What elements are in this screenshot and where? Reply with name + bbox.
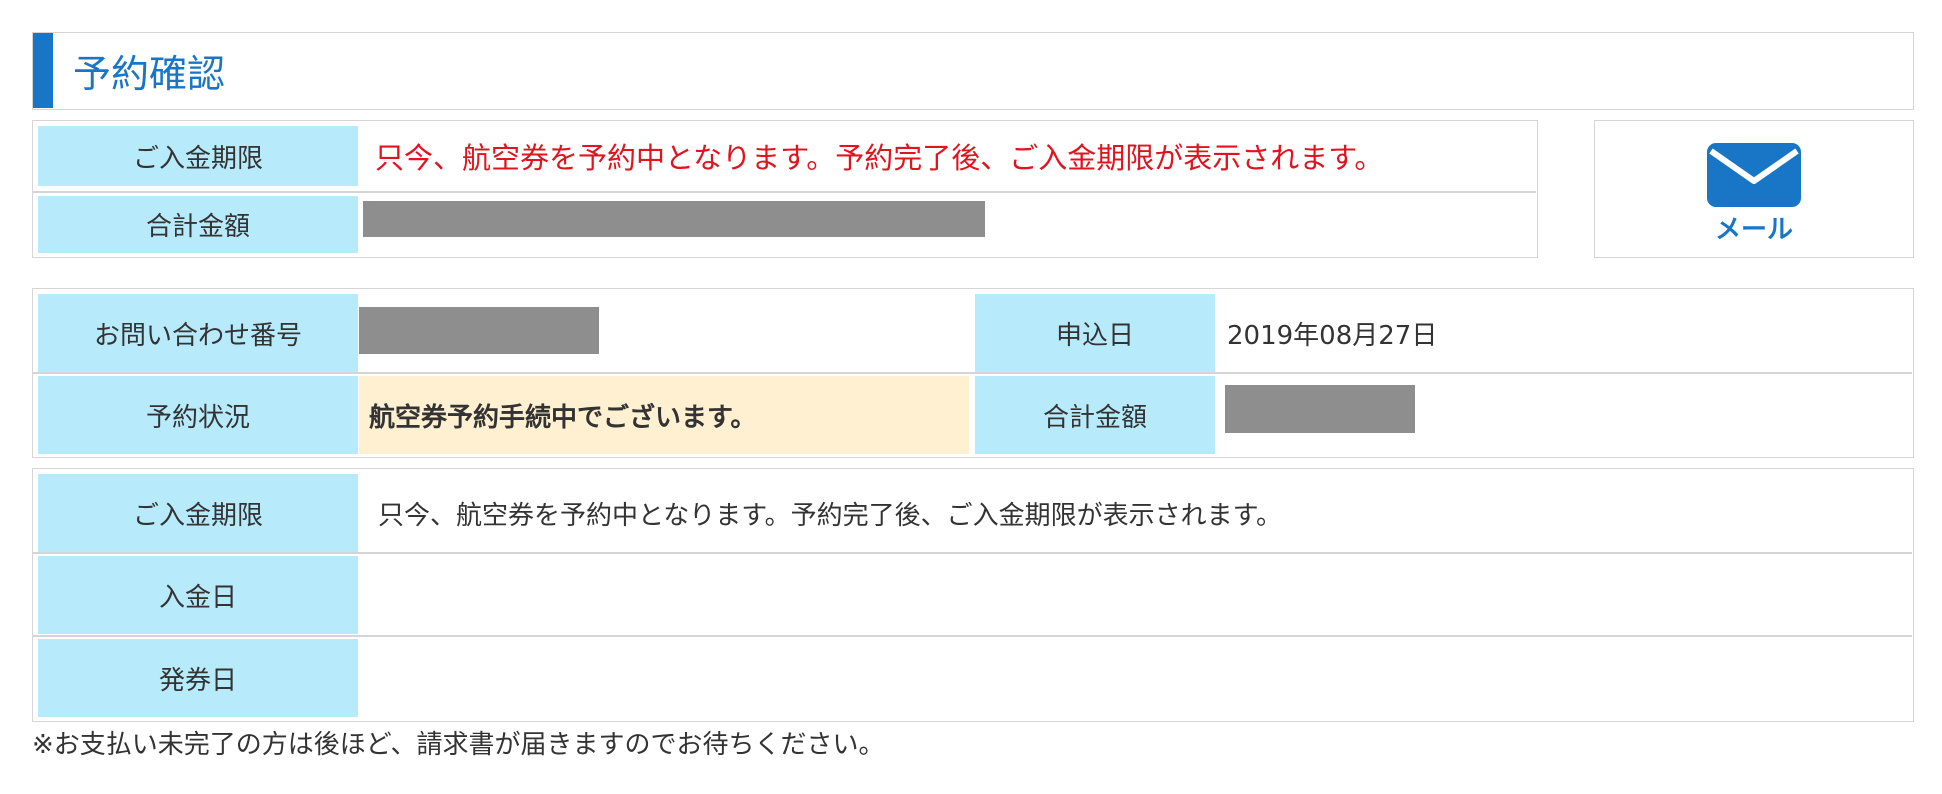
- row-divider: [33, 552, 1912, 554]
- payment-table: ご入金期限 只今、航空券を予約中となります。予約完了後、ご入金期限が表示されます…: [32, 468, 1914, 722]
- inquiry-number-label: お問い合わせ番号: [38, 294, 358, 372]
- mail-label: メール: [1714, 215, 1793, 245]
- payment-deadline-row-label: ご入金期限: [38, 474, 358, 552]
- payment-deadline-alert: 只今、航空券を予約中となります。予約完了後、ご入金期限が表示されます。: [375, 141, 1384, 175]
- summary-total-label: 合計金額: [38, 196, 358, 253]
- row-divider: [33, 372, 1912, 374]
- apply-date-label: 申込日: [975, 294, 1215, 372]
- booking-status-label: 予約状況: [38, 376, 358, 454]
- issue-date-label: 発券日: [38, 639, 358, 717]
- summary-total-redacted: [363, 201, 985, 237]
- payment-footnote: ※お支払い未完了の方は後ほど、請求書が届きますのでお待ちください。: [32, 729, 885, 760]
- summary-table: ご入金期限 只今、航空券を予約中となります。予約完了後、ご入金期限が表示されます…: [32, 120, 1538, 258]
- details-total-redacted: [1225, 385, 1415, 433]
- booking-status-cell: 航空券予約手続中でございます。: [359, 376, 969, 454]
- envelope-icon: [1707, 143, 1801, 207]
- mail-button[interactable]: メール: [1594, 120, 1914, 258]
- page-title: 予約確認: [73, 52, 226, 96]
- row-divider: [33, 191, 1536, 193]
- details-total-label: 合計金額: [975, 376, 1215, 454]
- apply-date-value: 2019年08月27日: [1227, 320, 1438, 351]
- paid-date-label: 入金日: [38, 556, 358, 634]
- payment-deadline-label: ご入金期限: [38, 126, 358, 186]
- payment-deadline-row-value: 只今、航空券を予約中となります。予約完了後、ご入金期限が表示されます。: [378, 500, 1283, 531]
- row-divider: [33, 635, 1912, 637]
- booking-status-value: 航空券予約手続中でございます。: [369, 402, 757, 433]
- booking-details-table: お問い合わせ番号 申込日 2019年08月27日 予約状況 航空券予約手続中でご…: [32, 288, 1914, 458]
- page-title-bar: 予約確認: [32, 32, 1914, 110]
- inquiry-number-redacted: [359, 307, 599, 354]
- title-accent-bar: [33, 33, 53, 108]
